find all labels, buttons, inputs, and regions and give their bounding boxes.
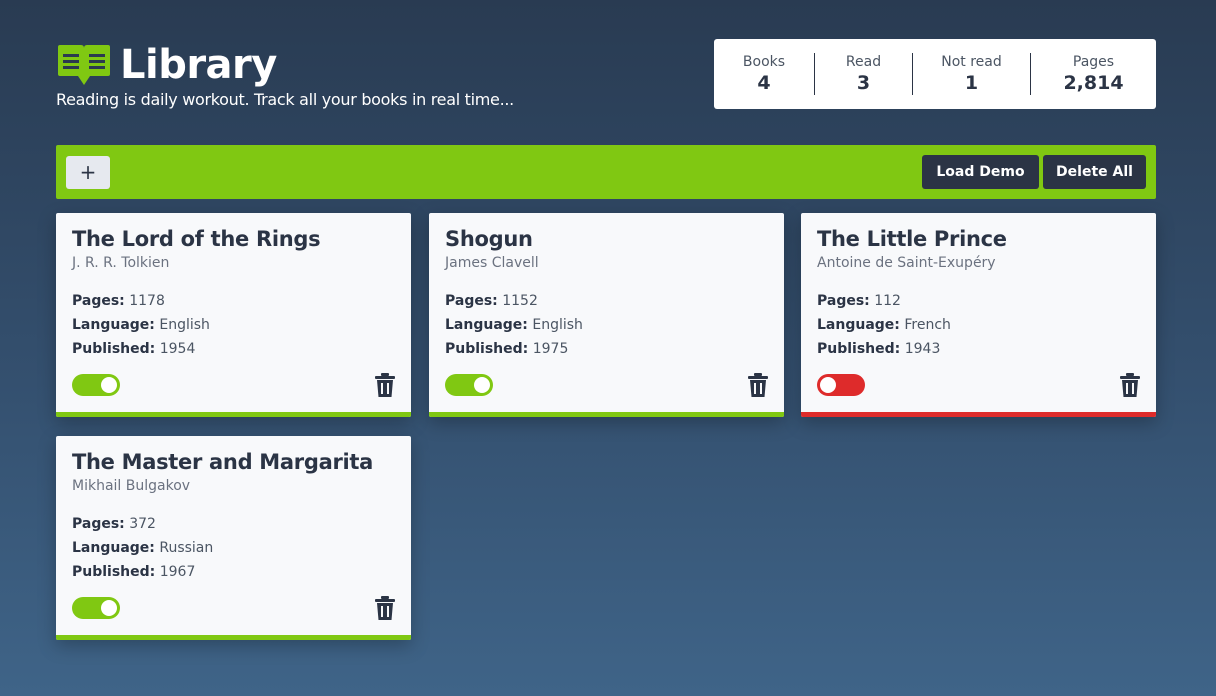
book-fields: Pages: 1178 Language: English Published:… [72,293,395,357]
field-value: 372 [129,516,156,532]
field-value: French [904,317,951,333]
field-label: Pages: [72,516,125,532]
field-label: Pages: [445,293,498,309]
field-label: Published: [72,564,156,580]
book-card: The Lord of the Rings J. R. R. Tolkien P… [56,213,411,417]
field-value: 112 [874,293,901,309]
field-label: Language: [72,540,155,556]
book-title: Shogun [445,227,533,251]
unread-status-bar [801,412,1156,417]
book-card: Shogun James Clavell Pages: 1152 Languag… [429,213,784,417]
read-toggle[interactable] [72,374,120,396]
field-language: Language: French [817,317,1140,333]
trash-icon[interactable] [748,373,768,397]
read-status-bar [56,412,411,417]
stat-read: Read 3 [814,53,912,95]
field-published: Published: 1975 [445,341,768,357]
stat-value: 1 [964,72,979,94]
read-toggle[interactable] [817,374,865,396]
book-author: Mikhail Bulgakov [72,478,191,494]
add-book-button[interactable]: + [66,156,110,189]
book-fields: Pages: 1152 Language: English Published:… [445,293,768,357]
field-label: Language: [72,317,155,333]
field-value: English [532,317,583,333]
app-title: Library [120,42,277,88]
field-value: 1178 [129,293,165,309]
stats-panel: Books 4 Read 3 Not read 1 Pages 2,814 [714,39,1156,109]
load-demo-button[interactable]: Load Demo [922,155,1039,189]
field-label: Language: [817,317,900,333]
stat-books: Books 4 [714,53,814,95]
field-pages: Pages: 112 [817,293,1140,309]
field-value: 1954 [159,341,196,357]
toggle-knob [820,377,836,393]
toolbar: + Load Demo Delete All [56,145,1156,199]
toggle-knob [474,377,490,393]
book-title: The Little Prince [817,227,1007,251]
stat-value: 2,814 [1063,72,1124,94]
book-card: The Little Prince Antoine de Saint-Exupé… [801,213,1156,417]
toggle-knob [101,377,117,393]
field-value: English [159,317,210,333]
tagline: Reading is daily workout. Track all your… [56,90,514,109]
field-pages: Pages: 1152 [445,293,768,309]
field-label: Published: [817,341,901,357]
stat-label: Pages [1072,54,1115,70]
field-value: 1975 [532,341,569,357]
trash-icon[interactable] [1120,373,1140,397]
field-pages: Pages: 1178 [72,293,395,309]
trash-icon[interactable] [375,596,395,620]
logo-row: Library [56,40,514,90]
toggle-knob [101,600,117,616]
field-language: Language: English [72,317,395,333]
field-label: Language: [445,317,528,333]
header: Library Reading is daily workout. Track … [56,40,514,109]
stat-label: Read [845,54,882,70]
book-fields: Pages: 112 Language: French Published: 1… [817,293,1140,357]
stat-label: Books [742,54,786,70]
field-published: Published: 1943 [817,341,1140,357]
stat-value: 4 [757,72,771,94]
field-value: 1943 [904,341,941,357]
field-language: Language: Russian [72,540,395,556]
field-value: 1152 [502,293,538,309]
field-value: 1967 [159,564,196,580]
book-card: The Master and Margarita Mikhail Bulgako… [56,436,411,640]
read-status-bar [56,635,411,640]
open-book-icon [56,43,112,87]
field-pages: Pages: 372 [72,516,395,532]
read-status-bar [429,412,784,417]
stat-not-read: Not read 1 [912,53,1030,95]
book-title: The Lord of the Rings [72,227,321,251]
field-published: Published: 1967 [72,564,395,580]
book-author: Antoine de Saint-Exupéry [817,255,996,271]
read-toggle[interactable] [72,597,120,619]
trash-icon[interactable] [375,373,395,397]
stat-label: Not read [941,54,1002,70]
field-published: Published: 1954 [72,341,395,357]
book-fields: Pages: 372 Language: Russian Published: … [72,516,395,580]
field-label: Pages: [817,293,870,309]
delete-all-button[interactable]: Delete All [1043,155,1146,189]
field-value: Russian [159,540,214,556]
field-label: Published: [445,341,529,357]
read-toggle[interactable] [445,374,493,396]
book-author: James Clavell [445,255,539,271]
book-author: J. R. R. Tolkien [72,255,170,271]
field-language: Language: English [445,317,768,333]
stat-pages: Pages 2,814 [1030,53,1156,95]
field-label: Published: [72,341,156,357]
stat-value: 3 [856,72,871,94]
field-label: Pages: [72,293,125,309]
book-title: The Master and Margarita [72,450,374,474]
